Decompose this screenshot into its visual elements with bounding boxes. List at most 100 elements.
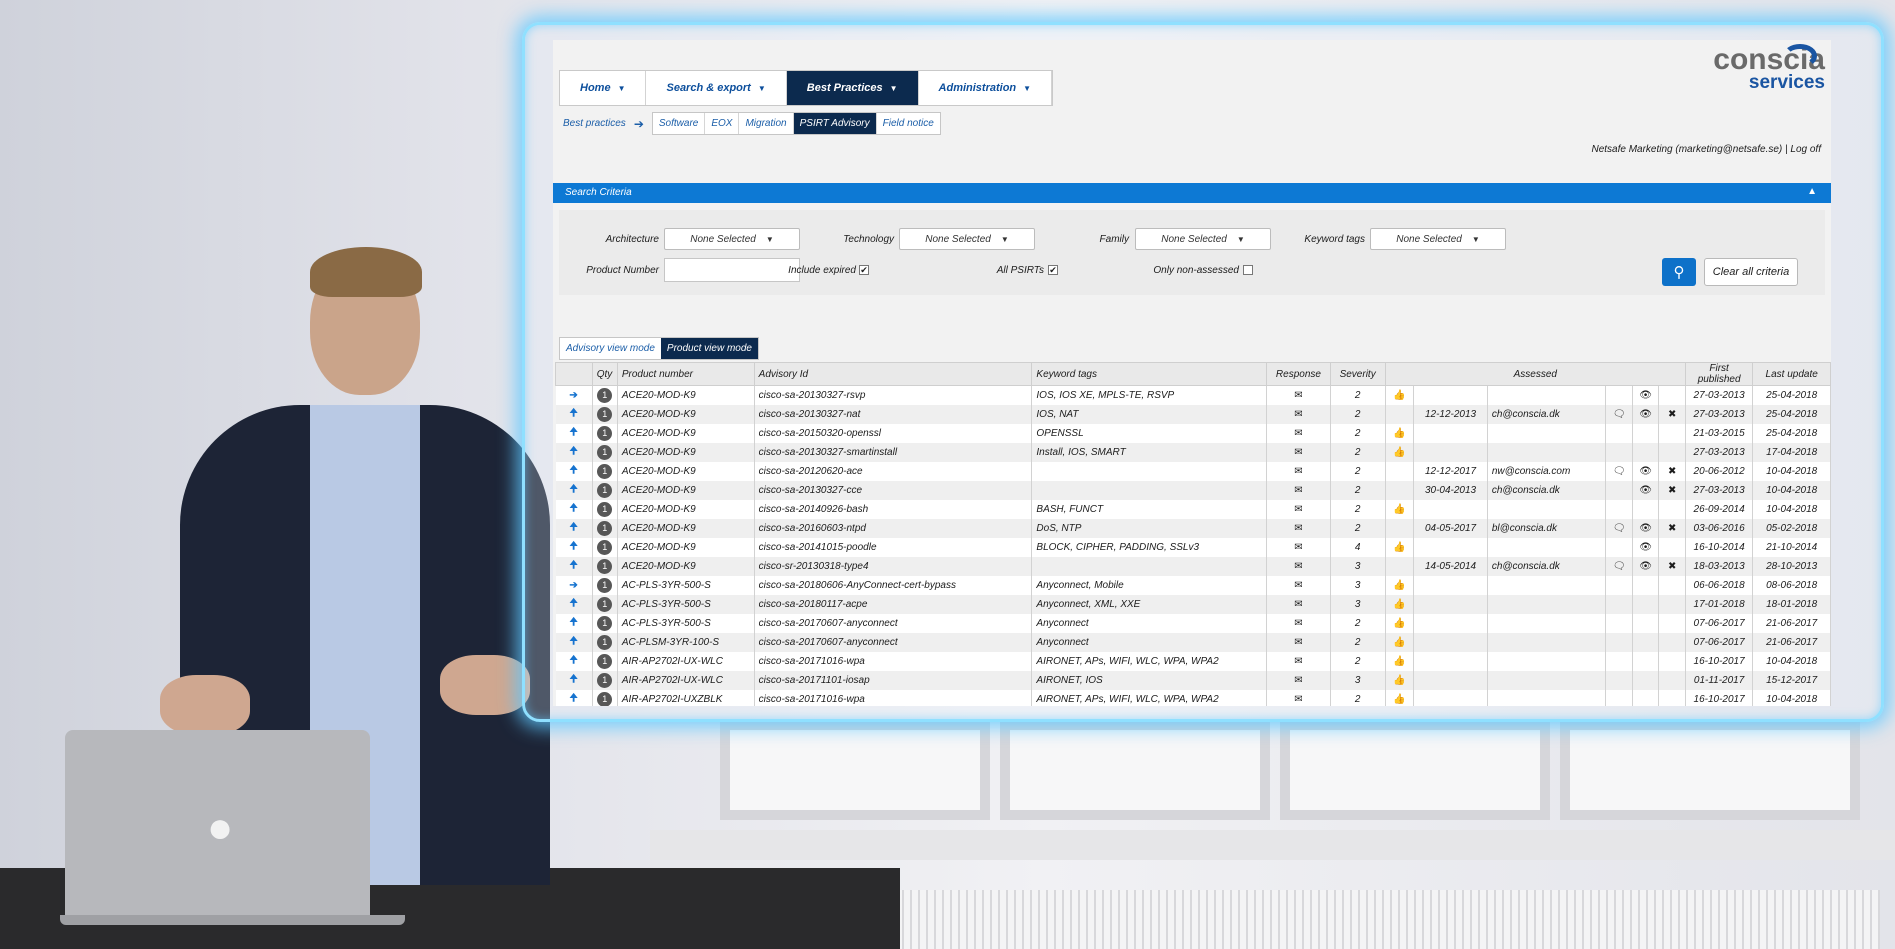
breadcrumb[interactable]: Best practices xyxy=(563,118,626,129)
thumb-up-icon[interactable]: 👍 xyxy=(1385,689,1415,706)
thumb-up-icon[interactable]: 👍 xyxy=(1385,575,1415,595)
comment-icon[interactable]: 🗨 xyxy=(1605,404,1633,424)
table-row[interactable]: 🠉 1 ACE20-MOD-K9 cisco-sr-20130318-type4 ✉ 3 1… xyxy=(555,556,1831,576)
thumb-up-icon[interactable]: 👍 xyxy=(1385,537,1415,557)
comment-icon[interactable]: 🗨 xyxy=(1605,461,1633,481)
advisory-id-cell[interactable]: cisco-sa-20130327-cce xyxy=(754,480,1033,500)
thumb-up-icon[interactable]: 👍 xyxy=(1385,385,1415,405)
arrow-up-icon[interactable]: 🠉 xyxy=(555,613,593,633)
thumb-up-icon[interactable]: 👍 xyxy=(1385,613,1415,633)
advisory-id-cell[interactable]: cisco-sa-20160603-ntpd xyxy=(754,518,1033,538)
col-keywords-header[interactable]: Keyword tags xyxy=(1031,362,1268,386)
eye-icon[interactable]: 👁 xyxy=(1632,404,1660,424)
advisory-id-cell[interactable]: cisco-sa-20130327-rsvp xyxy=(754,385,1033,405)
col-first-published-header[interactable]: First published xyxy=(1684,362,1754,386)
search-button[interactable]: ⚲ xyxy=(1662,258,1696,286)
thumb-up-icon[interactable]: 👍 xyxy=(1385,651,1415,671)
advisory-id-cell[interactable]: cisco-sa-20130327-nat xyxy=(754,404,1033,424)
arrow-up-icon[interactable]: 🠉 xyxy=(555,518,593,538)
sub-nav-eox[interactable]: EOX xyxy=(705,113,740,134)
response-mail-icon[interactable]: ✉ xyxy=(1266,385,1331,405)
table-row[interactable]: 🠉 1 ACE20-MOD-K9 cisco-sa-20141015-poodle BL… xyxy=(555,537,1831,557)
arrow-up-icon[interactable]: 🠉 xyxy=(555,556,593,576)
technology-select[interactable]: None Selected ▼ xyxy=(899,228,1035,250)
close-icon[interactable]: ✖ xyxy=(1658,518,1686,538)
response-mail-icon[interactable]: ✉ xyxy=(1266,594,1331,614)
eye-icon[interactable]: 👁 xyxy=(1632,480,1660,500)
arrow-up-icon[interactable]: 🠉 xyxy=(555,461,593,481)
response-mail-icon[interactable]: ✉ xyxy=(1266,575,1331,595)
arrow-up-icon[interactable]: 🠉 xyxy=(555,594,593,614)
table-row[interactable]: 🠉 1 AC-PLS-3YR-500-S cisco-sa-20180117-acpe… xyxy=(555,594,1831,614)
eye-icon[interactable]: 👁 xyxy=(1632,385,1660,405)
advisory-id-cell[interactable]: cisco-sa-20120620-ace xyxy=(754,461,1033,481)
only-non-assessed-checkbox[interactable] xyxy=(1243,265,1253,275)
col-assessed-header[interactable]: Assessed xyxy=(1384,362,1686,386)
all-psirts-checkbox[interactable]: ✔ xyxy=(1048,265,1058,275)
advisory-id-cell[interactable]: cisco-sa-20180117-acpe xyxy=(754,594,1033,614)
product-view-mode-button[interactable]: Product view mode xyxy=(660,338,758,359)
thumb-up-icon[interactable]: 👍 xyxy=(1385,670,1415,690)
user-info[interactable]: Netsafe Marketing (marketing@netsafe.se)… xyxy=(1591,144,1821,155)
col-last-update-header[interactable]: Last update xyxy=(1752,362,1831,386)
advisory-id-cell[interactable]: cisco-sa-20150320-openssl xyxy=(754,423,1033,443)
table-row[interactable]: 🠉 1 ACE20-MOD-K9 cisco-sa-20130327-smartins… xyxy=(555,442,1831,462)
clear-all-criteria-button[interactable]: Clear all criteria xyxy=(1704,258,1798,286)
advisory-id-cell[interactable]: cisco-sa-20171016-wpa xyxy=(754,651,1033,671)
response-mail-icon[interactable]: ✉ xyxy=(1266,651,1331,671)
arrow-up-icon[interactable]: 🠉 xyxy=(555,651,593,671)
arrow-up-icon[interactable]: 🠉 xyxy=(555,499,593,519)
col-product-header[interactable]: Product number xyxy=(616,362,755,386)
sub-nav-psirt-advisory[interactable]: PSIRT Advisory xyxy=(793,113,877,134)
col-advisory-header[interactable]: Advisory Id xyxy=(753,362,1033,386)
advisory-id-cell[interactable]: cisco-sa-20171016-wpa xyxy=(754,689,1033,706)
close-icon[interactable]: ✖ xyxy=(1658,556,1686,576)
table-row[interactable]: 🠉 1 AIR-AP2702I-UX-WLC cisco-sa-20171016-wp… xyxy=(555,651,1831,671)
table-row[interactable]: 🠉 1 ACE20-MOD-K9 cisco-sa-20140926-bash BASH… xyxy=(555,499,1831,519)
close-icon[interactable]: ✖ xyxy=(1658,461,1686,481)
response-mail-icon[interactable]: ✉ xyxy=(1266,423,1331,443)
eye-icon[interactable]: 👁 xyxy=(1632,518,1660,538)
nav-tab-best-practices[interactable]: Best Practices ▼ xyxy=(786,71,919,105)
advisory-id-cell[interactable]: cisco-sa-20180606-AnyConnect-cert-bypass xyxy=(754,575,1033,595)
col-severity-header[interactable]: Severity xyxy=(1329,362,1386,386)
table-row[interactable]: 🠉 1 ACE20-MOD-K9 cisco-sa-20130327-cce ✉ 2 30-… xyxy=(555,480,1831,500)
response-mail-icon[interactable]: ✉ xyxy=(1266,670,1331,690)
search-criteria-header[interactable]: Search Criteria ▲ xyxy=(553,183,1831,203)
table-row[interactable]: 🠉 1 AC-PLSM-3YR-100-S cisco-sa-20170607-any… xyxy=(555,632,1831,652)
response-mail-icon[interactable]: ✉ xyxy=(1266,518,1331,538)
arrow-right-icon[interactable]: ➔ xyxy=(555,575,593,595)
nav-tab-search-export[interactable]: Search & export ▼ xyxy=(646,71,787,105)
arrow-up-icon[interactable]: 🠉 xyxy=(555,480,593,500)
arrow-up-icon[interactable]: 🠉 xyxy=(555,404,593,424)
arrow-up-icon[interactable]: 🠉 xyxy=(555,670,593,690)
comment-icon[interactable]: 🗨 xyxy=(1605,556,1633,576)
response-mail-icon[interactable]: ✉ xyxy=(1266,632,1331,652)
table-row[interactable]: 🠉 1 ACE20-MOD-K9 cisco-sa-20130327-nat IOS, … xyxy=(555,404,1831,424)
sub-nav-software[interactable]: Software xyxy=(653,113,706,134)
response-mail-icon[interactable]: ✉ xyxy=(1266,499,1331,519)
thumb-up-icon[interactable]: 👍 xyxy=(1385,442,1415,462)
arrow-up-icon[interactable]: 🠉 xyxy=(555,423,593,443)
response-mail-icon[interactable]: ✉ xyxy=(1266,461,1331,481)
close-icon[interactable]: ✖ xyxy=(1658,404,1686,424)
advisory-view-mode-button[interactable]: Advisory view mode xyxy=(560,338,661,359)
close-icon[interactable]: ✖ xyxy=(1658,480,1686,500)
advisory-id-cell[interactable]: cisco-sa-20140926-bash xyxy=(754,499,1033,519)
response-mail-icon[interactable]: ✉ xyxy=(1266,613,1331,633)
table-row[interactable]: 🠉 1 AC-PLS-3YR-500-S cisco-sa-20170607-anyc… xyxy=(555,613,1831,633)
sub-nav-field-notice[interactable]: Field notice xyxy=(877,113,940,134)
response-mail-icon[interactable]: ✉ xyxy=(1266,442,1331,462)
advisory-id-cell[interactable]: cisco-sa-20130327-smartinstall xyxy=(754,442,1033,462)
thumb-up-icon[interactable]: 👍 xyxy=(1385,423,1415,443)
eye-icon[interactable]: 👁 xyxy=(1632,556,1660,576)
table-row[interactable]: 🠉 1 AIR-AP2702I-UX-WLC cisco-sa-20171101-io… xyxy=(555,670,1831,690)
col-qty-header[interactable]: Qty xyxy=(591,362,618,386)
table-row[interactable]: 🠉 1 AIR-AP2702I-UXZBLK cisco-sa-20171016-wp… xyxy=(555,689,1831,706)
response-mail-icon[interactable]: ✉ xyxy=(1266,480,1331,500)
arrow-up-icon[interactable]: 🠉 xyxy=(555,442,593,462)
keyword-tags-select[interactable]: None Selected ▼ xyxy=(1370,228,1506,250)
col-response-header[interactable]: Response xyxy=(1266,362,1331,386)
thumb-up-icon[interactable]: 👍 xyxy=(1385,594,1415,614)
eye-icon[interactable]: 👁 xyxy=(1632,537,1660,557)
